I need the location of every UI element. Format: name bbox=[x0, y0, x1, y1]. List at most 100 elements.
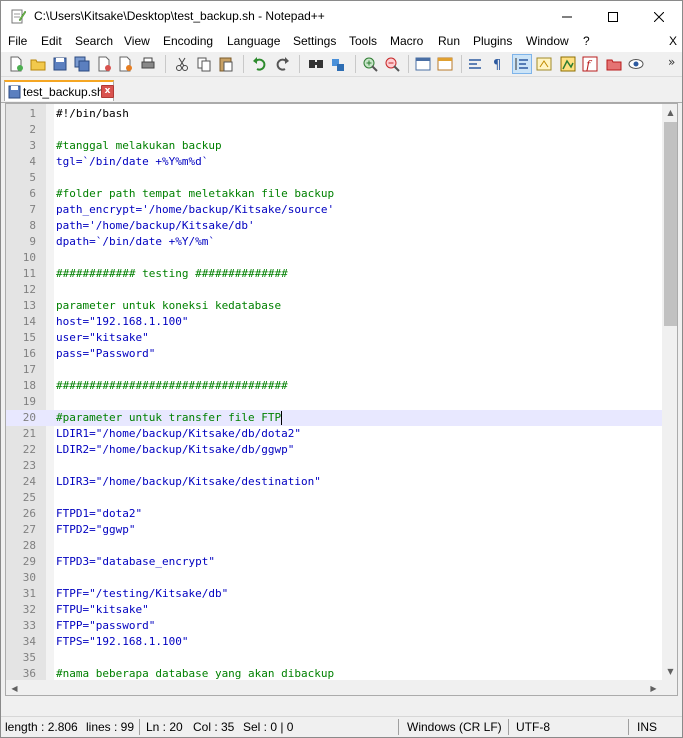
code-line[interactable]: 29 FTPD3="database_encrypt" bbox=[6, 554, 662, 570]
code-text[interactable]: FTPS="192.168.1.100" bbox=[56, 634, 188, 650]
tab-test-backup[interactable]: test_backup.sh x bbox=[4, 80, 114, 101]
code-text[interactable]: tgl=`/bin/date +%Y%m%d` bbox=[56, 154, 208, 170]
status-encoding[interactable]: UTF-8 bbox=[516, 720, 550, 734]
sync-horizontal-icon[interactable] bbox=[436, 55, 454, 73]
document-map-icon[interactable] bbox=[559, 55, 577, 73]
code-text[interactable]: user="kitsake" bbox=[56, 330, 149, 346]
code-text[interactable]: FTPU="kitsake" bbox=[56, 602, 149, 618]
code-line[interactable]: 24 LDIR3="/home/backup/Kitsake/destinatio… bbox=[6, 474, 662, 490]
code-text[interactable]: FTPD3="database_encrypt" bbox=[56, 554, 215, 570]
code-line[interactable]: 19 bbox=[6, 394, 662, 410]
code-line[interactable]: 14 host="192.168.1.100" bbox=[6, 314, 662, 330]
status-eol[interactable]: Windows (CR LF) bbox=[407, 720, 502, 734]
scroll-left-icon[interactable]: ◀ bbox=[6, 680, 23, 695]
code-text[interactable]: parameter untuk koneksi kedatabase bbox=[56, 298, 281, 314]
menu-edit[interactable]: Edit bbox=[41, 34, 62, 48]
code-text[interactable]: LDIR1="/home/backup/Kitsake/db/dota2" bbox=[56, 426, 301, 442]
code-text[interactable]: path='/home/backup/Kitsake/db' bbox=[56, 218, 255, 234]
scroll-up-icon[interactable]: ▲ bbox=[662, 104, 677, 121]
code-line[interactable]: 27 FTPD2="ggwp" bbox=[6, 522, 662, 538]
redo-icon[interactable] bbox=[273, 55, 291, 73]
new-file-icon[interactable] bbox=[7, 55, 25, 73]
code-text[interactable]: path_encrypt='/home/backup/Kitsake/sourc… bbox=[56, 202, 334, 218]
code-line[interactable]: 5 bbox=[6, 170, 662, 186]
code-line[interactable]: 3 #tanggal melakukan backup bbox=[6, 138, 662, 154]
zoom-in-icon[interactable] bbox=[361, 55, 379, 73]
code-line[interactable]: 21 LDIR1="/home/backup/Kitsake/db/dota2" bbox=[6, 426, 662, 442]
code-line[interactable]: 31 FTPF="/testing/Kitsake/db" bbox=[6, 586, 662, 602]
code-line[interactable]: 12 bbox=[6, 282, 662, 298]
code-text[interactable]: dpath=`/bin/date +%Y/%m` bbox=[56, 234, 215, 250]
code-line[interactable]: 23 bbox=[6, 458, 662, 474]
menu-plugins[interactable]: Plugins bbox=[473, 34, 512, 48]
vertical-scroll-thumb[interactable] bbox=[664, 122, 677, 326]
code-line[interactable]: 20 #parameter untuk transfer file FTP bbox=[6, 410, 662, 426]
save-all-icon[interactable] bbox=[73, 55, 91, 73]
code-text[interactable]: FTPD1="dota2" bbox=[56, 506, 142, 522]
title-bar[interactable]: C:\Users\Kitsake\Desktop\test_backup.sh … bbox=[1, 1, 682, 32]
menu-file[interactable]: File bbox=[8, 34, 27, 48]
monitoring-icon[interactable] bbox=[627, 55, 645, 73]
horizontal-scrollbar[interactable]: ◀ ▶ bbox=[6, 680, 662, 695]
replace-icon[interactable] bbox=[329, 55, 347, 73]
code-line[interactable]: 2 bbox=[6, 122, 662, 138]
sync-vertical-icon[interactable] bbox=[414, 55, 432, 73]
find-icon[interactable] bbox=[307, 55, 325, 73]
vertical-scrollbar[interactable]: ▲ ▼ bbox=[662, 104, 677, 680]
code-text[interactable]: ############ testing ############## bbox=[56, 266, 288, 282]
open-file-icon[interactable] bbox=[29, 55, 47, 73]
code-line[interactable]: 32 FTPU="kitsake" bbox=[6, 602, 662, 618]
code-text[interactable]: host="192.168.1.100" bbox=[56, 314, 188, 330]
close-document-button[interactable]: X bbox=[669, 34, 677, 48]
menu-encoding[interactable]: Encoding bbox=[163, 34, 213, 48]
tab-close-icon[interactable]: x bbox=[101, 85, 114, 98]
code-line[interactable]: 26 FTPD1="dota2" bbox=[6, 506, 662, 522]
code-line[interactable]: 25 bbox=[6, 490, 662, 506]
code-text[interactable]: #folder path tempat meletakkan file back… bbox=[56, 186, 334, 202]
code-line[interactable]: 22 LDIR2="/home/backup/Kitsake/db/ggwp" bbox=[6, 442, 662, 458]
close-file-icon[interactable] bbox=[95, 55, 113, 73]
save-icon[interactable] bbox=[51, 55, 69, 73]
menu-help[interactable]: ? bbox=[583, 34, 590, 48]
close-all-icon[interactable] bbox=[117, 55, 135, 73]
status-insert-mode[interactable]: INS bbox=[637, 720, 657, 734]
menu-language[interactable]: Language bbox=[227, 34, 280, 48]
code-text[interactable]: pass="Password" bbox=[56, 346, 155, 362]
code-text[interactable]: #tanggal melakukan backup bbox=[56, 138, 222, 154]
code-text[interactable]: #parameter untuk transfer file FTP bbox=[56, 410, 283, 426]
code-line[interactable]: 33 FTPP="password" bbox=[6, 618, 662, 634]
code-line[interactable]: 8 path='/home/backup/Kitsake/db' bbox=[6, 218, 662, 234]
word-wrap-icon[interactable] bbox=[467, 55, 485, 73]
undo-icon[interactable] bbox=[251, 55, 269, 73]
code-text[interactable]: LDIR3="/home/backup/Kitsake/destination" bbox=[56, 474, 321, 490]
zoom-out-icon[interactable] bbox=[383, 55, 401, 73]
scroll-right-icon[interactable]: ▶ bbox=[645, 680, 662, 695]
code-line[interactable]: 4 tgl=`/bin/date +%Y%m%d` bbox=[6, 154, 662, 170]
editor-area[interactable]: 1 #!/bin/bash 2 3 #tanggal melakukan backup 4… bbox=[5, 103, 678, 696]
toolbar-overflow-button[interactable]: » bbox=[668, 55, 675, 69]
code-line[interactable]: 15 user="kitsake" bbox=[6, 330, 662, 346]
code-line[interactable]: 9 dpath=`/bin/date +%Y/%m` bbox=[6, 234, 662, 250]
function-list-icon[interactable]: f bbox=[581, 55, 599, 73]
code-line[interactable]: 11 ############ testing ############## bbox=[6, 266, 662, 282]
menu-macro[interactable]: Macro bbox=[390, 34, 423, 48]
folder-as-workspace-icon[interactable] bbox=[605, 55, 623, 73]
maximize-button[interactable] bbox=[590, 1, 636, 32]
code-line[interactable]: 7 path_encrypt='/home/backup/Kitsake/sour… bbox=[6, 202, 662, 218]
code-text[interactable]: ################################### bbox=[56, 378, 288, 394]
code-line[interactable]: 17 bbox=[6, 362, 662, 378]
menu-search[interactable]: Search bbox=[75, 34, 113, 48]
close-button[interactable] bbox=[636, 1, 682, 32]
menu-run[interactable]: Run bbox=[438, 34, 460, 48]
show-all-chars-icon[interactable]: ¶ bbox=[489, 55, 507, 73]
copy-icon[interactable] bbox=[195, 55, 213, 73]
code-line[interactable]: 18 ################################### bbox=[6, 378, 662, 394]
code-text[interactable]: LDIR2="/home/backup/Kitsake/db/ggwp" bbox=[56, 442, 294, 458]
code-line[interactable]: 6 #folder path tempat meletakkan file bac… bbox=[6, 186, 662, 202]
minimize-button[interactable] bbox=[544, 1, 590, 32]
menu-settings[interactable]: Settings bbox=[293, 34, 336, 48]
scroll-down-icon[interactable]: ▼ bbox=[662, 663, 677, 680]
code-line[interactable]: 16 pass="Password" bbox=[6, 346, 662, 362]
cut-icon[interactable] bbox=[173, 55, 191, 73]
print-icon[interactable] bbox=[139, 55, 157, 73]
